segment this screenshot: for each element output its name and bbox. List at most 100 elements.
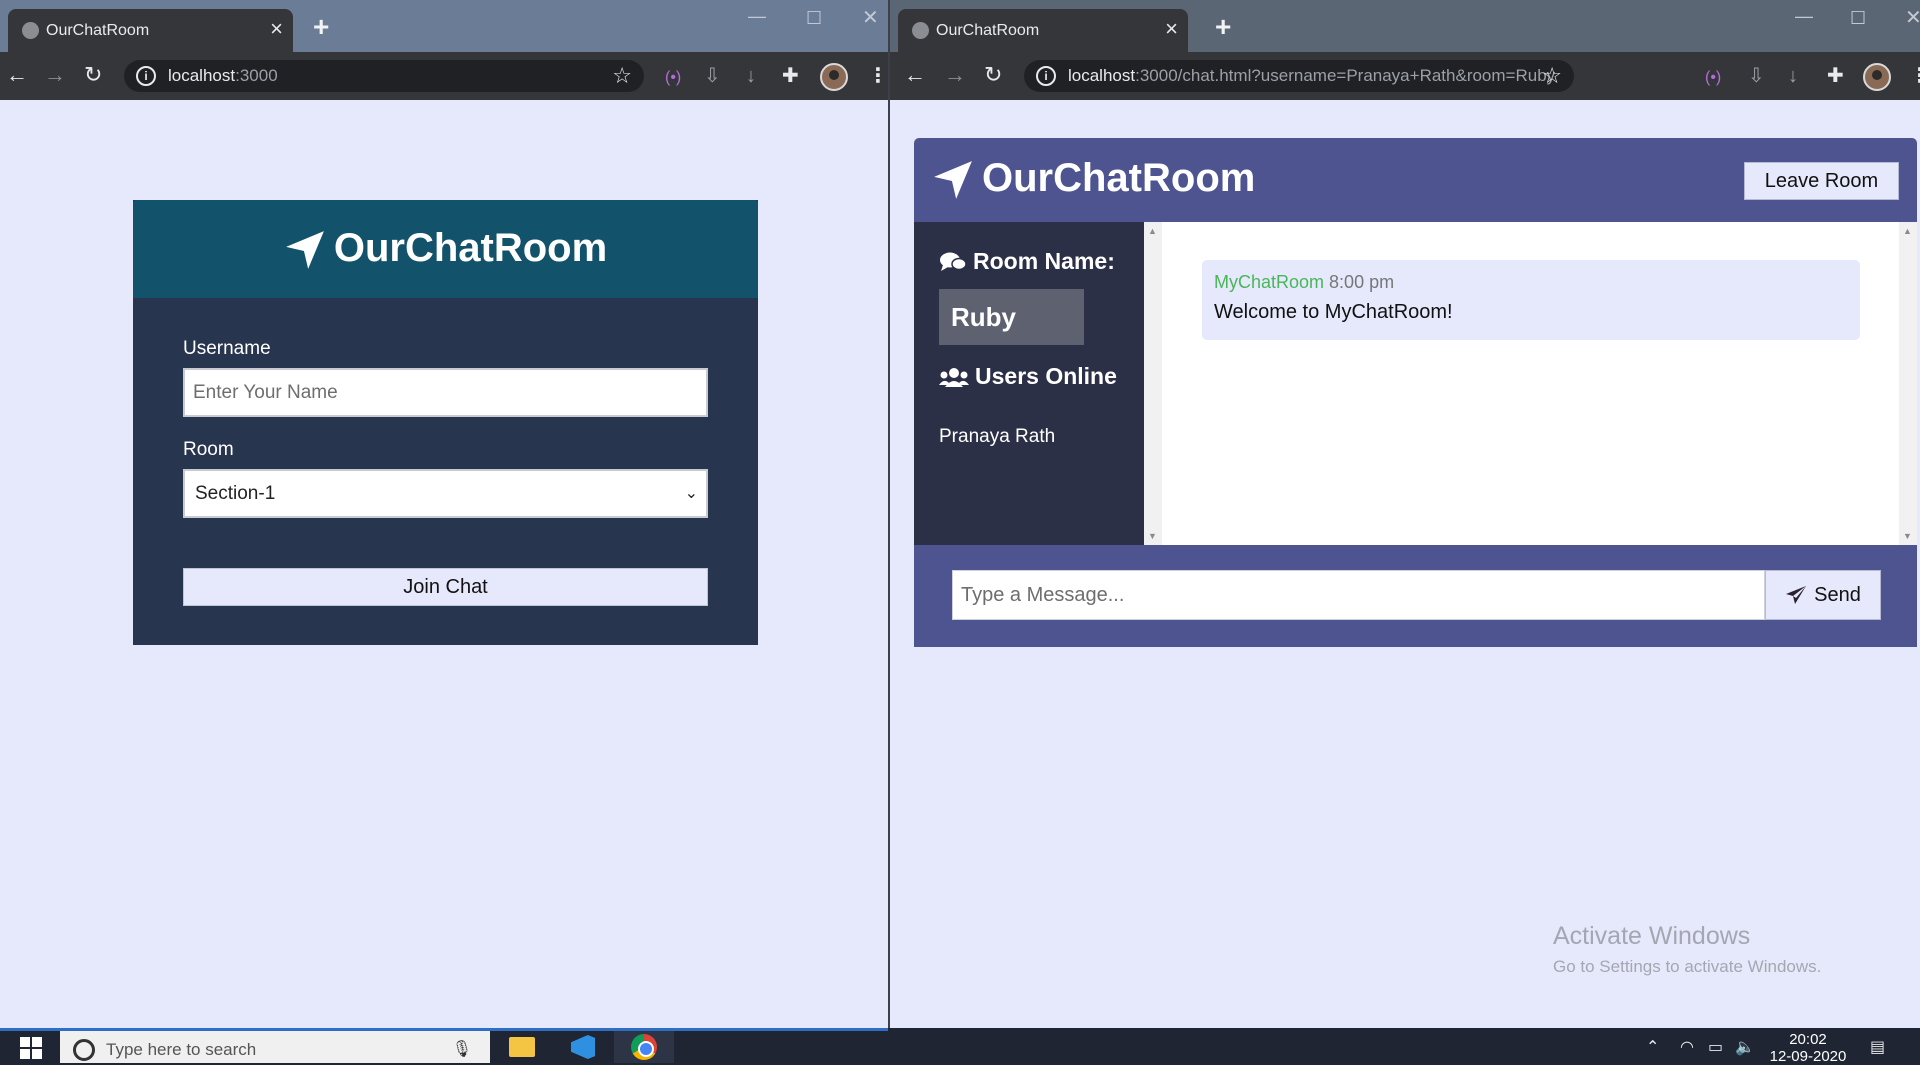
maximize-icon[interactable]: ☐ bbox=[1850, 8, 1866, 29]
new-tab-icon[interactable]: + bbox=[1215, 13, 1231, 41]
comments-icon bbox=[940, 252, 967, 271]
clock-time: 20:02 bbox=[1789, 1031, 1827, 1048]
folder-icon bbox=[509, 1037, 535, 1057]
profile-avatar[interactable] bbox=[1863, 63, 1891, 91]
menu-kebab-icon[interactable]: ⋮ bbox=[868, 64, 888, 88]
message-text: Welcome to MyChatRoom! bbox=[1214, 301, 1453, 323]
reload-icon[interactable]: ↻ bbox=[84, 62, 102, 88]
scrollbar-right[interactable]: ▲ ▼ bbox=[1899, 222, 1917, 545]
watermark-title: Activate Windows bbox=[1553, 922, 1751, 950]
info-icon[interactable]: i bbox=[136, 66, 156, 86]
page-viewport: OurChatRoom Username Room Section-1 ⌄ Jo… bbox=[0, 100, 888, 1028]
new-tab-icon[interactable]: + bbox=[313, 13, 329, 41]
taskbar-search-placeholder: Type here to search bbox=[106, 1040, 257, 1059]
close-tab-icon[interactable]: × bbox=[270, 18, 283, 40]
taskbar-search-box[interactable]: Type here to search 🎙 bbox=[60, 1031, 490, 1063]
users-list: Pranaya Rath bbox=[939, 426, 1119, 448]
brand-title: OurChatRoom bbox=[932, 156, 1255, 201]
minimize-icon[interactable]: — bbox=[748, 6, 766, 27]
tab-title: OurChatRoom bbox=[936, 22, 1040, 39]
leave-room-button[interactable]: Leave Room bbox=[1744, 162, 1899, 200]
message-input[interactable] bbox=[952, 570, 1765, 620]
close-tab-icon[interactable]: × bbox=[1165, 18, 1178, 40]
message-meta: MyChatRoom 8:00 pm bbox=[1214, 272, 1848, 293]
clock-date: 12-09-2020 bbox=[1769, 1048, 1847, 1065]
users-online-heading: Users Online bbox=[939, 363, 1119, 390]
back-icon[interactable]: ← bbox=[904, 62, 926, 88]
cortana-icon bbox=[73, 1039, 95, 1061]
paper-plane-icon bbox=[934, 161, 972, 200]
browser-tab[interactable]: OurChatRoom × bbox=[898, 9, 1188, 52]
user-item: Pranaya Rath bbox=[939, 426, 1056, 447]
globe-icon bbox=[22, 22, 39, 39]
scroll-down-icon[interactable]: ▼ bbox=[1903, 531, 1912, 541]
login-form: Username Room Section-1 ⌄ Join Chat bbox=[133, 298, 758, 646]
file-explorer-app[interactable] bbox=[492, 1031, 552, 1063]
windows-start-icon[interactable] bbox=[20, 1037, 42, 1059]
extensions-puzzle-icon[interactable]: ✚ bbox=[782, 64, 799, 88]
menu-kebab-icon[interactable]: ⋮ bbox=[1910, 64, 1920, 88]
scroll-up-icon[interactable]: ▲ bbox=[1148, 226, 1157, 236]
tab-strip: OurChatRoom × + — ☐ ✕ bbox=[0, 0, 888, 52]
join-chat-button[interactable]: Join Chat bbox=[183, 568, 708, 606]
chrome-app[interactable] bbox=[614, 1031, 674, 1063]
extension-radio-icon[interactable]: (•) bbox=[1705, 66, 1721, 90]
room-name-heading: Room Name: bbox=[939, 248, 1119, 275]
browser-toolbar: ← → ↻ i localhost:3000 ☆ (•) ⇩ ↓ ✚ ⋮ bbox=[0, 52, 888, 100]
forward-icon[interactable]: → bbox=[44, 62, 66, 88]
profile-avatar[interactable] bbox=[820, 63, 848, 91]
bookmark-star-icon[interactable]: ☆ bbox=[1542, 63, 1562, 89]
send-label: Send bbox=[1814, 583, 1861, 606]
room-selected-value: Section-1 bbox=[195, 483, 276, 504]
address-bar[interactable]: i localhost:3000/chat.html?username=Pran… bbox=[1024, 60, 1574, 92]
username-input[interactable] bbox=[183, 368, 708, 417]
reload-icon[interactable]: ↻ bbox=[984, 62, 1002, 88]
bookmark-star-icon[interactable]: ☆ bbox=[612, 63, 632, 89]
extension-radio-icon[interactable]: (•) bbox=[665, 66, 681, 90]
tab-strip: OurChatRoom × + — ☐ ✕ bbox=[890, 0, 1920, 52]
scroll-up-icon[interactable]: ▲ bbox=[1903, 226, 1912, 236]
minimize-icon[interactable]: — bbox=[1795, 6, 1813, 27]
chat-container: OurChatRoom Leave Room Room Name: Ruby U… bbox=[914, 138, 1917, 647]
address-bar[interactable]: i localhost:3000 ☆ bbox=[124, 60, 644, 92]
extensions-puzzle-icon[interactable]: ✚ bbox=[1827, 64, 1844, 88]
url-text: localhost:3000 bbox=[168, 66, 278, 85]
maximize-icon[interactable]: ☐ bbox=[806, 8, 822, 29]
battery-icon[interactable]: ▭ bbox=[1708, 1037, 1723, 1057]
info-icon[interactable]: i bbox=[1036, 66, 1056, 86]
messages-panel[interactable]: ▲ ▼ ▲ ▼ MyChatRoom 8:00 pm Welcome to MyCh… bbox=[1144, 222, 1917, 545]
microphone-icon[interactable]: 🎙 bbox=[452, 1039, 472, 1059]
browser-window-chat: OurChatRoom × + — ☐ ✕ ← → ↻ i localhost:… bbox=[890, 0, 1920, 1028]
back-icon[interactable]: ← bbox=[6, 62, 28, 88]
extension-download-icon[interactable]: ⇩ bbox=[704, 64, 721, 88]
send-plane-icon bbox=[1786, 586, 1807, 604]
forward-icon[interactable]: → bbox=[944, 62, 966, 88]
notifications-icon[interactable]: ▤ bbox=[1870, 1037, 1885, 1057]
volume-icon[interactable]: 🔈 bbox=[1735, 1037, 1755, 1057]
taskbar-clock[interactable]: 20:02 12-09-2020 bbox=[1768, 1031, 1848, 1065]
vscode-app[interactable] bbox=[553, 1031, 613, 1063]
scroll-down-icon[interactable]: ▼ bbox=[1148, 531, 1157, 541]
login-card: OurChatRoom Username Room Section-1 ⌄ Jo… bbox=[133, 200, 758, 645]
tray-chevron-up-icon[interactable]: ⌃ bbox=[1646, 1037, 1659, 1057]
extension-download-icon[interactable]: ⇩ bbox=[1748, 64, 1765, 88]
send-button[interactable]: Send bbox=[1765, 570, 1881, 620]
browser-toolbar: ← → ↻ i localhost:3000/chat.html?usernam… bbox=[890, 52, 1920, 100]
browser-tab[interactable]: OurChatRoom × bbox=[8, 9, 293, 52]
room-label: Room bbox=[183, 439, 234, 460]
message-author: MyChatRoom bbox=[1214, 272, 1325, 292]
wifi-icon[interactable]: ◠ bbox=[1680, 1037, 1694, 1057]
browser-window-login: OurChatRoom × + — ☐ ✕ ← → ↻ i localhost:… bbox=[0, 0, 888, 1028]
extension-download-dim-icon[interactable]: ↓ bbox=[1788, 64, 1798, 88]
room-name-value: Ruby bbox=[939, 289, 1084, 345]
scrollbar-left[interactable]: ▲ ▼ bbox=[1144, 222, 1162, 545]
message-item: MyChatRoom 8:00 pm Welcome to MyChatRoom… bbox=[1202, 260, 1860, 340]
watermark-subtitle: Go to Settings to activate Windows. bbox=[1553, 957, 1822, 976]
room-select[interactable]: Section-1 ⌄ bbox=[183, 469, 708, 518]
extension-download-dim-icon[interactable]: ↓ bbox=[746, 64, 756, 88]
page-viewport: OurChatRoom Leave Room Room Name: Ruby U… bbox=[890, 100, 1920, 1028]
close-window-icon[interactable]: ✕ bbox=[1905, 5, 1920, 30]
close-window-icon[interactable]: ✕ bbox=[862, 5, 879, 30]
username-label: Username bbox=[183, 338, 271, 359]
chat-sidebar: Room Name: Ruby Users Online Pranaya Rat… bbox=[914, 222, 1144, 545]
